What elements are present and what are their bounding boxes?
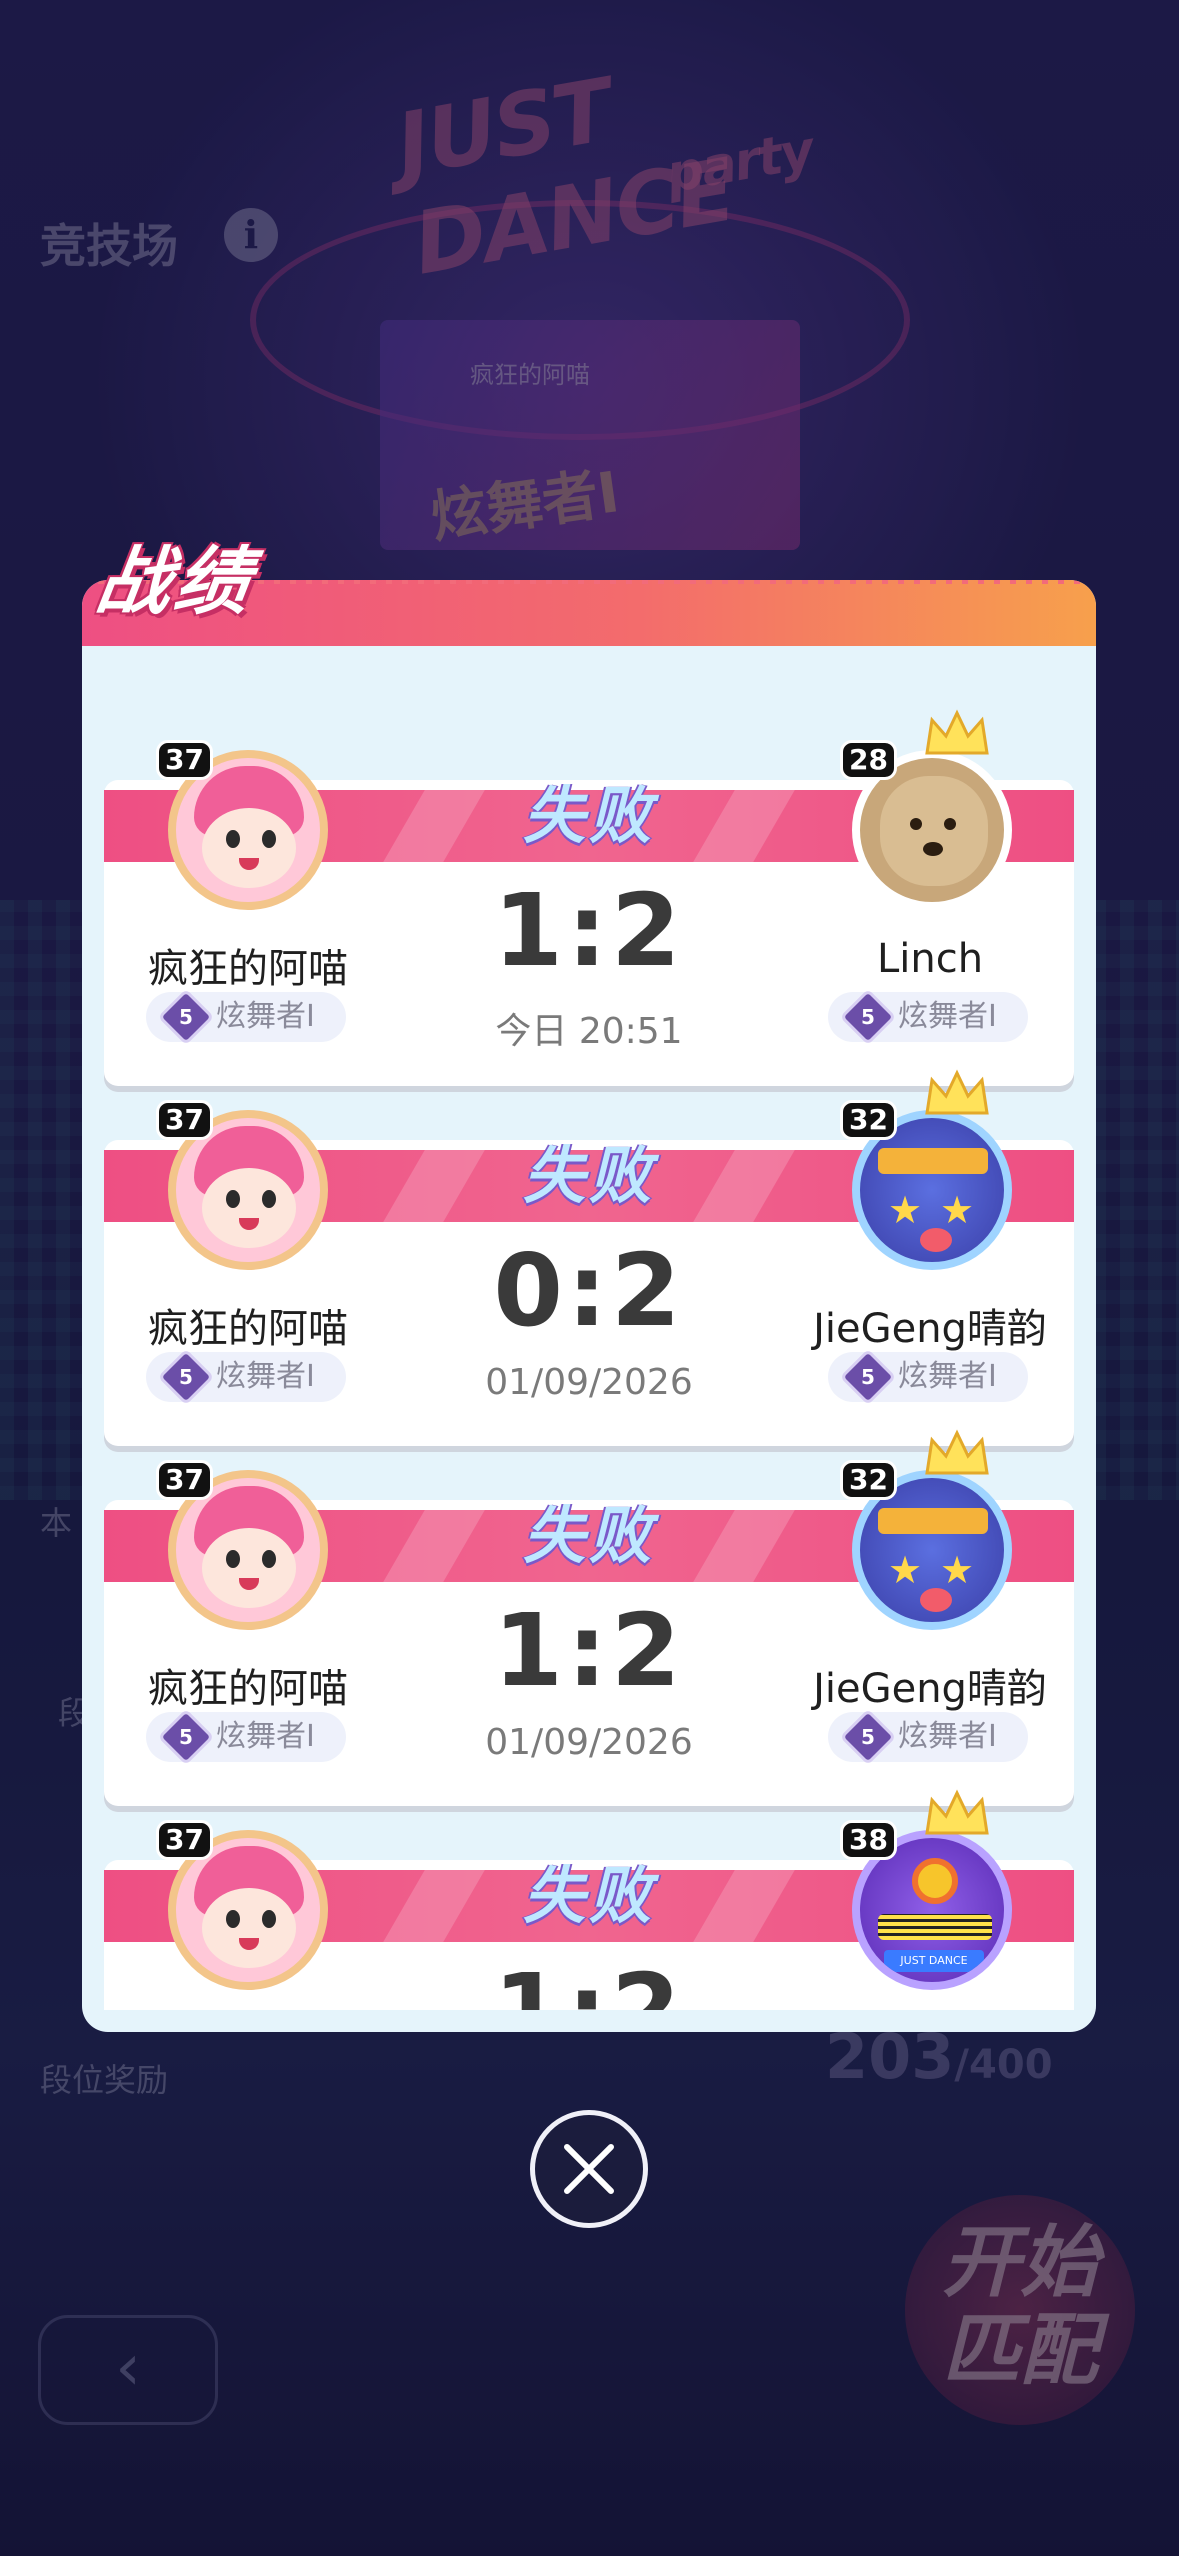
rank-badge: 5 炫舞者I bbox=[146, 1708, 346, 1766]
close-icon bbox=[564, 2144, 614, 2194]
rank-badge: 5 炫舞者I bbox=[828, 1708, 1028, 1766]
player-level-badge: 37 bbox=[156, 1820, 213, 1860]
rank-diamond-icon: 5 bbox=[839, 988, 897, 1046]
match-history-modal: 失败 37 28 1:2 今日 20:51 疯狂的阿喵 Linch 5 炫舞者I 5 炫舞者I 失败 3… bbox=[82, 580, 1096, 2032]
rank-diamond-icon: 5 bbox=[157, 988, 215, 1046]
opponent-level-badge: 32 bbox=[840, 1100, 897, 1140]
player-name: 疯狂的阿喵 bbox=[148, 1306, 348, 1352]
opponent-name: Linch bbox=[876, 936, 984, 982]
match-record[interactable]: 失败37JUST DANCE381:2疯狂的阿喵辣辣ing bbox=[104, 1789, 1074, 2010]
opponent-name: JieGeng晴韵 bbox=[813, 1666, 1047, 1712]
match-record[interactable]: 失败 37 ★ ★ 32 1:2 01/09/2026 疯狂的阿喵 JieGeng晴韵 5 炫舞者I… bbox=[104, 1429, 1074, 1806]
opponent-name: JieGeng晴韵 bbox=[813, 1306, 1047, 1352]
opponent-level-badge: 32 bbox=[840, 1460, 897, 1500]
modal-title: 战绩 bbox=[91, 539, 260, 625]
records-list[interactable]: 失败 37 28 1:2 今日 20:51 疯狂的阿喵 Linch 5 炫舞者I 5 炫舞者I 失败 3… bbox=[104, 670, 1074, 2010]
rank-badge: 5 炫舞者I bbox=[828, 1348, 1028, 1406]
rank-diamond-icon: 5 bbox=[157, 1708, 215, 1766]
player-name: 疯狂的阿喵 bbox=[148, 946, 348, 992]
match-record[interactable]: 失败 37 ★ ★ 32 0:2 01/09/2026 疯狂的阿喵 JieGeng晴韵 5 炫舞者I… bbox=[104, 1069, 1074, 1446]
crown-icon bbox=[925, 1429, 989, 1475]
crown-icon bbox=[925, 709, 989, 755]
rank-badge: 5 炫舞者I bbox=[146, 988, 346, 1046]
player-name: 疯狂的阿喵 bbox=[148, 1666, 348, 1712]
rank-badge: 5 炫舞者I bbox=[828, 988, 1028, 1046]
player-level-badge: 37 bbox=[156, 1100, 213, 1140]
match-record[interactable]: 失败 37 28 1:2 今日 20:51 疯狂的阿喵 Linch 5 炫舞者I 5 炫舞者I bbox=[104, 709, 1074, 1086]
crown-icon bbox=[925, 1789, 989, 1835]
opponent-level-badge: 28 bbox=[840, 740, 897, 780]
rank-diamond-icon: 5 bbox=[157, 1348, 215, 1406]
opponent-level-badge: 38 bbox=[840, 1820, 897, 1860]
match-score: 1:2 bbox=[104, 1952, 1074, 2010]
rank-diamond-icon: 5 bbox=[839, 1708, 897, 1766]
player-level-badge: 37 bbox=[156, 740, 213, 780]
close-button[interactable] bbox=[530, 2110, 648, 2228]
player-level-badge: 37 bbox=[156, 1460, 213, 1500]
crown-icon bbox=[925, 1069, 989, 1115]
rank-badge: 5 炫舞者I bbox=[146, 1348, 346, 1406]
rank-diamond-icon: 5 bbox=[839, 1348, 897, 1406]
